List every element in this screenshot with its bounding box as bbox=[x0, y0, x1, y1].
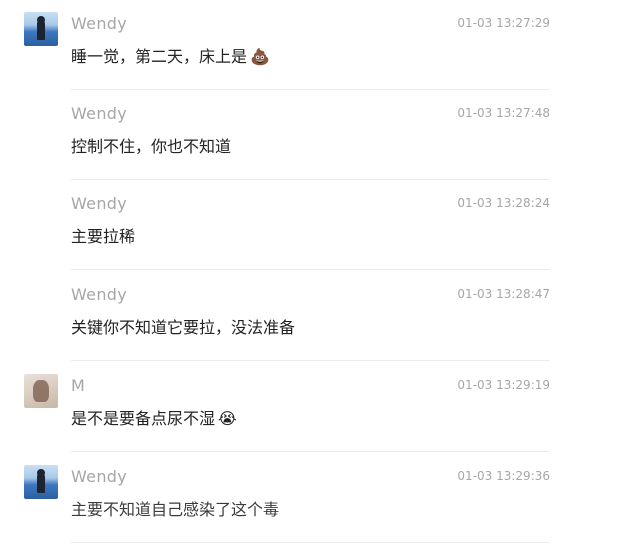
message-timestamp: 01-03 13:29:19 bbox=[457, 378, 550, 392]
message-text: 睡一觉，第二天，床上是 💩 bbox=[71, 43, 270, 67]
divider bbox=[71, 542, 550, 543]
message-item[interactable]: Wendy 01-03 13:28:24 主要拉稀 bbox=[0, 180, 640, 270]
message-text: 关键你不知道它要拉，没法准备 bbox=[71, 318, 296, 337]
message-text: 主要不知道自己感染了这个毒 bbox=[71, 500, 280, 519]
sender-name: Wendy bbox=[71, 14, 127, 33]
message-timestamp: 01-03 13:29:36 bbox=[457, 469, 550, 483]
message-timestamp: 01-03 13:28:24 bbox=[457, 196, 550, 210]
sender-name: M bbox=[71, 376, 86, 395]
message-text-body: 是不是要备点尿不湿 bbox=[71, 409, 216, 428]
sender-name: Wendy bbox=[71, 104, 127, 123]
message-item[interactable]: Wendy 01-03 13:27:48 控制不住，你也不知道 bbox=[0, 90, 640, 180]
crying-emoji-icon: 😭 bbox=[218, 409, 237, 428]
sender-name: Wendy bbox=[71, 467, 127, 486]
message-item[interactable]: Wendy 01-03 13:29:36 主要不知道自己感染了这个毒 bbox=[0, 453, 640, 543]
beach-avatar-icon[interactable] bbox=[24, 12, 58, 46]
message-text: 主要拉稀 bbox=[71, 227, 136, 246]
beach-avatar-icon[interactable] bbox=[24, 465, 58, 499]
message-text-body: 睡一觉，第二天，床上是 bbox=[71, 47, 248, 66]
message-timestamp: 01-03 13:27:48 bbox=[457, 106, 550, 120]
chat-message-list: Wendy 01-03 13:27:29 睡一觉，第二天，床上是 💩 Wendy … bbox=[0, 0, 640, 544]
message-item[interactable]: M 01-03 13:29:19 是不是要备点尿不湿 😭 bbox=[0, 362, 640, 452]
divider bbox=[71, 451, 550, 452]
poop-emoji-icon: 💩 bbox=[250, 47, 270, 66]
message-item[interactable]: Wendy 01-03 13:27:29 睡一觉，第二天，床上是 💩 bbox=[0, 0, 640, 90]
divider bbox=[71, 360, 550, 361]
message-text: 控制不住，你也不知道 bbox=[71, 137, 232, 156]
message-timestamp: 01-03 13:28:47 bbox=[457, 287, 550, 301]
sender-name: Wendy bbox=[71, 194, 127, 213]
message-timestamp: 01-03 13:27:29 bbox=[457, 16, 550, 30]
sender-name: Wendy bbox=[71, 285, 127, 304]
message-text: 是不是要备点尿不湿 😭 bbox=[71, 405, 237, 429]
photo-avatar-icon[interactable] bbox=[24, 374, 58, 408]
message-item[interactable]: Wendy 01-03 13:28:47 关键你不知道它要拉，没法准备 bbox=[0, 271, 640, 361]
divider bbox=[71, 269, 550, 270]
